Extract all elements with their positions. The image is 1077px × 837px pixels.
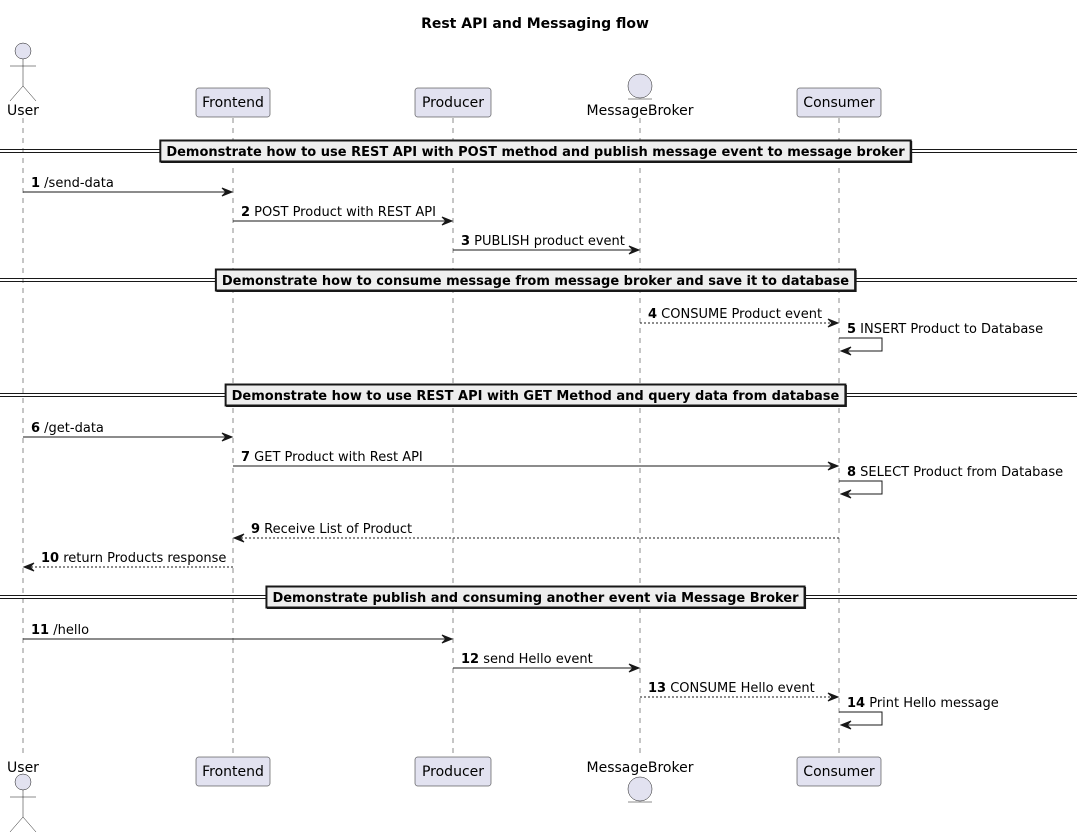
participant-user-bottom[interactable]: User bbox=[7, 760, 39, 833]
message-10: 10 return Products response bbox=[22, 551, 233, 572]
divider-label: Demonstrate how to use REST API with GET… bbox=[232, 389, 840, 404]
message-label: 2 POST Product with REST API bbox=[241, 205, 436, 220]
actor-icon bbox=[9, 42, 37, 102]
divider-label: Demonstrate how to consume message from … bbox=[222, 274, 849, 289]
message-label: 1 /send-data bbox=[31, 176, 114, 191]
message-9: 9 Receive List of Product bbox=[232, 522, 839, 543]
message-number: 3 bbox=[461, 234, 470, 249]
message-number: 14 bbox=[847, 696, 865, 711]
participant-consumer-bottom[interactable]: Consumer bbox=[796, 756, 882, 787]
participant-label: Frontend bbox=[202, 95, 264, 111]
divider: Demonstrate how to use REST API with GET… bbox=[0, 383, 1077, 407]
message-text: POST Product with REST API bbox=[250, 205, 436, 220]
participant-label: User bbox=[7, 103, 39, 119]
message-number: 4 bbox=[648, 307, 657, 322]
message-label: 11 /hello bbox=[31, 623, 89, 638]
message-14: 14 Print Hello message bbox=[839, 696, 999, 730]
participant-label: User bbox=[7, 760, 39, 776]
message-text: SELECT Product from Database bbox=[856, 465, 1063, 480]
message-2: 2 POST Product with REST API bbox=[233, 205, 454, 226]
entity-icon bbox=[627, 776, 653, 803]
message-label: 8 SELECT Product from Database bbox=[847, 465, 1063, 480]
message-text: CONSUME Hello event bbox=[666, 681, 815, 696]
message-label: 13 CONSUME Hello event bbox=[648, 681, 815, 696]
message-label: 14 Print Hello message bbox=[847, 696, 999, 711]
divider: Demonstrate how to consume message from … bbox=[0, 268, 1077, 292]
message-5: 5 INSERT Product to Database bbox=[839, 322, 1043, 356]
participant-label: MessageBroker bbox=[587, 760, 694, 776]
participant-messagebroker-top[interactable]: MessageBroker bbox=[587, 73, 694, 119]
message-6: 6 /get-data bbox=[23, 421, 234, 442]
message-label: 4 CONSUME Product event bbox=[648, 307, 822, 322]
message-text: INSERT Product to Database bbox=[856, 322, 1043, 337]
message-text: send Hello event bbox=[479, 652, 593, 667]
participants-bottom: User Frontend Producer MessageBroker Consume… bbox=[7, 756, 882, 833]
message-label: 7 GET Product with Rest API bbox=[241, 450, 423, 465]
message-text: Receive List of Product bbox=[260, 522, 412, 537]
participant-frontend-top[interactable]: Frontend bbox=[195, 87, 271, 118]
message-label: 9 Receive List of Product bbox=[251, 522, 412, 537]
sequence-steps: Demonstrate how to use REST API with POS… bbox=[0, 139, 1077, 730]
message-label: 5 INSERT Product to Database bbox=[847, 322, 1043, 337]
message-text: /send-data bbox=[40, 176, 114, 191]
participant-frontend-bottom[interactable]: Frontend bbox=[195, 756, 271, 787]
divider-label: Demonstrate how to use REST API with POS… bbox=[166, 145, 905, 160]
participant-consumer-top[interactable]: Consumer bbox=[796, 87, 882, 118]
message-number: 11 bbox=[31, 623, 49, 638]
participant-label: Frontend bbox=[202, 764, 264, 780]
message-1: 1 /send-data bbox=[23, 176, 234, 197]
message-label: 10 return Products response bbox=[41, 551, 226, 566]
message-3: 3 PUBLISH product event bbox=[453, 234, 641, 255]
participant-messagebroker-bottom[interactable]: MessageBroker bbox=[587, 760, 694, 803]
message-12: 12 send Hello event bbox=[453, 652, 641, 673]
participant-label: Consumer bbox=[803, 95, 875, 111]
message-4: 4 CONSUME Product event bbox=[640, 307, 840, 328]
participant-label: Consumer bbox=[803, 764, 875, 780]
actor-icon bbox=[9, 773, 37, 833]
message-text: PUBLISH product event bbox=[470, 234, 625, 249]
message-number: 12 bbox=[461, 652, 479, 667]
participant-producer-bottom[interactable]: Producer bbox=[414, 756, 492, 787]
message-number: 13 bbox=[648, 681, 666, 696]
message-label: 3 PUBLISH product event bbox=[461, 234, 625, 249]
participant-label: MessageBroker bbox=[587, 103, 694, 119]
message-8: 8 SELECT Product from Database bbox=[839, 465, 1063, 499]
divider-label: Demonstrate publish and consuming anothe… bbox=[272, 591, 799, 606]
divider: Demonstrate how to use REST API with POS… bbox=[0, 139, 1077, 163]
entity-icon bbox=[627, 73, 653, 100]
message-text: CONSUME Product event bbox=[657, 307, 822, 322]
message-number: 8 bbox=[847, 465, 856, 480]
message-number: 5 bbox=[847, 322, 856, 337]
message-text: /get-data bbox=[40, 421, 104, 436]
message-11: 11 /hello bbox=[23, 623, 454, 644]
message-label: 12 send Hello event bbox=[461, 652, 593, 667]
message-13: 13 CONSUME Hello event bbox=[640, 681, 840, 702]
participant-label: Producer bbox=[422, 95, 484, 111]
participant-user-top[interactable]: User bbox=[7, 42, 39, 119]
participants-top: User Frontend Producer MessageBroker Consume… bbox=[7, 42, 882, 119]
message-text: /hello bbox=[49, 623, 89, 638]
message-label: 6 /get-data bbox=[31, 421, 104, 436]
message-number: 10 bbox=[41, 551, 59, 566]
message-number: 7 bbox=[241, 450, 250, 465]
message-text: return Products response bbox=[59, 551, 226, 566]
message-number: 2 bbox=[241, 205, 250, 220]
message-number: 1 bbox=[31, 176, 40, 191]
message-number: 6 bbox=[31, 421, 40, 436]
sequence-diagram: Rest API and Messaging flow User Frontend… bbox=[0, 16, 1077, 833]
participant-producer-top[interactable]: Producer bbox=[414, 87, 492, 118]
divider: Demonstrate publish and consuming anothe… bbox=[0, 585, 1077, 609]
message-7: 7 GET Product with Rest API bbox=[233, 450, 840, 471]
message-text: GET Product with Rest API bbox=[250, 450, 423, 465]
diagram-title: Rest API and Messaging flow bbox=[421, 16, 649, 32]
message-text: Print Hello message bbox=[865, 696, 999, 711]
participant-label: Producer bbox=[422, 764, 484, 780]
message-number: 9 bbox=[251, 522, 260, 537]
